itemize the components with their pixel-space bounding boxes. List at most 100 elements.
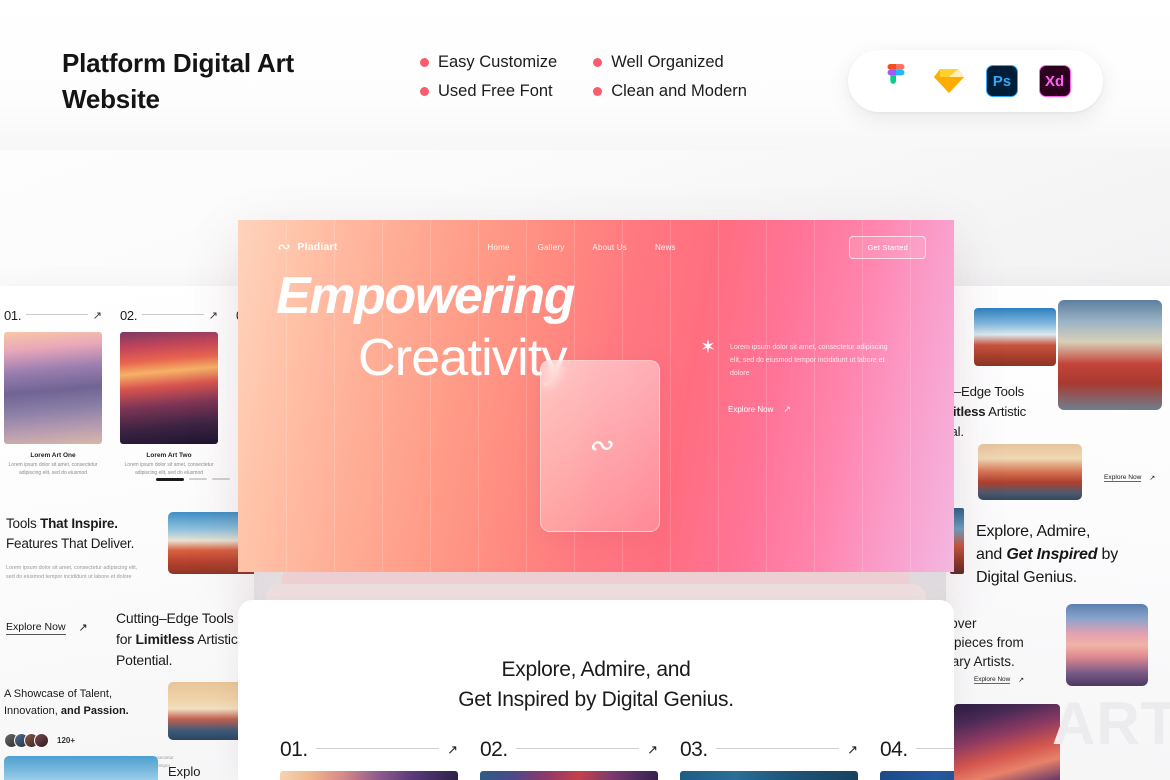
explore-now-link[interactable]: Explore Now ↗ xyxy=(974,676,1024,684)
arrow-up-right-icon[interactable]: ↗ xyxy=(93,309,102,322)
item-number: 01. xyxy=(280,738,308,761)
app-compatibility-badge: Ps Xd xyxy=(848,50,1103,112)
cutting-line-a: Cutting–Edge Tools xyxy=(116,610,234,626)
bullet-dot-icon xyxy=(420,58,429,67)
bullet-dot-icon xyxy=(420,87,429,96)
left-showcase-panel: 01. ↗ Lorem Art One Lorem ipsum dolor si… xyxy=(0,286,254,780)
numbered-item[interactable]: 01. ↗ xyxy=(280,738,458,780)
item-number: 04. xyxy=(880,738,908,761)
explore-big-text: Explo xyxy=(168,764,201,779)
left-gallery-row: 01. ↗ Lorem Art One Lorem ipsum dolor si… xyxy=(4,308,254,477)
sparkle-icon: ✶ xyxy=(700,337,716,358)
explore-admire-heading: Explore, Admire, and Get Inspired by Dig… xyxy=(976,520,1170,590)
nav-item-home[interactable]: Home xyxy=(488,243,510,252)
cutting-plain: Artistic xyxy=(985,403,1027,419)
feature-label: Well Organized xyxy=(611,53,724,71)
item-thumbnail[interactable] xyxy=(680,771,858,780)
item-number: 03. xyxy=(680,738,708,761)
explore-now-link[interactable]: Explore Now ↗ xyxy=(1104,474,1155,482)
page-title: Platform Digital Art Website xyxy=(62,48,294,114)
numbered-item[interactable]: 02. ↗ xyxy=(480,738,658,780)
carousel-dot[interactable] xyxy=(212,478,230,481)
arrow-up-right-icon[interactable]: ↗ xyxy=(447,742,458,758)
numbered-item-head: 02. ↗ xyxy=(480,738,658,762)
tools-heading-plain: Tools xyxy=(6,516,41,531)
gallery-number: 01. xyxy=(4,308,22,323)
showcase-block: A Showcase of Talent, Innovation, and Pa… xyxy=(4,686,184,777)
photoshop-label: Ps xyxy=(985,65,1018,97)
hero-body-text: Lorem ipsum dolor sit amet, consectetur … xyxy=(730,344,888,377)
nav-item-about-us[interactable]: About Us xyxy=(592,243,627,252)
bullet-dot-icon xyxy=(593,87,603,96)
discover-line-3: isionary Artists. xyxy=(946,654,1015,670)
showcase-plain: Innovation, xyxy=(4,704,61,717)
gallery-caption: Lorem Art Two xyxy=(146,452,192,459)
feature-column: Easy Customize Used Free Font xyxy=(420,53,557,101)
showcase-line-1: A Showcase of Talent, xyxy=(4,688,113,700)
explore-now-label: Explore Now xyxy=(6,620,66,635)
carousel-indicator[interactable] xyxy=(156,478,230,481)
hero-headline-light: Creativity xyxy=(358,329,568,387)
hero-nav-menu: Home Gallery About Us News xyxy=(488,243,676,252)
arrow-up-right-icon[interactable]: ↗ xyxy=(209,309,218,322)
get-started-button[interactable]: Get Started xyxy=(849,235,926,259)
tools-body-text: Lorem ipsum dolor sit amet, consectetur … xyxy=(6,565,138,581)
hero-glass-card: ∾ xyxy=(540,360,660,532)
rule-divider xyxy=(715,748,840,749)
artwork-thumbnail[interactable] xyxy=(1066,604,1148,686)
gallery-card-head: 02. ↗ xyxy=(120,308,218,323)
gallery-card[interactable]: 01. ↗ Lorem Art One Lorem ipsum dolor si… xyxy=(4,308,102,477)
feature-item: Used Free Font xyxy=(420,82,557,101)
brand-logo[interactable]: ∾ Pladiart xyxy=(276,239,338,255)
hero-explore-now-link[interactable]: Explore Now ↗ xyxy=(728,404,791,415)
xd-label: Xd xyxy=(1038,65,1071,97)
arrow-up-right-icon[interactable]: ↗ xyxy=(647,742,658,758)
rule-divider xyxy=(915,748,954,749)
artwork-thumbnail[interactable] xyxy=(974,308,1056,366)
xd-icon: Xd xyxy=(1038,64,1072,98)
explore-now-label: Explore Now xyxy=(1104,474,1142,482)
white-card-heading-line2: Get Inspired by Digital Genius. xyxy=(458,687,734,711)
carousel-dot-active[interactable] xyxy=(156,478,184,481)
arrow-up-right-icon: ↗ xyxy=(78,622,88,634)
artwork-thumbnail[interactable] xyxy=(120,332,218,444)
sky-thumbnail[interactable] xyxy=(4,756,158,780)
gallery-subtext: Lorem ipsum dolor sit amet, consectetur … xyxy=(124,462,214,476)
gallery-card[interactable]: 02. ↗ Lorem Art Two Lorem ipsum dolor si… xyxy=(120,308,218,477)
nav-item-gallery[interactable]: Gallery xyxy=(538,243,565,252)
showcase-heading: A Showcase of Talent, Innovation, and Pa… xyxy=(4,686,184,719)
artwork-thumbnail[interactable] xyxy=(978,444,1082,500)
feature-item: Well Organized xyxy=(593,53,747,72)
hero-navbar: ∾ Pladiart Home Gallery About Us News Ge… xyxy=(238,230,954,264)
item-thumbnail[interactable] xyxy=(880,771,954,780)
item-thumbnail[interactable] xyxy=(480,771,658,780)
nav-item-news[interactable]: News xyxy=(655,243,676,252)
numbered-item[interactable]: 03. ↗ xyxy=(680,738,858,780)
cutting-line-c: Potential. xyxy=(116,652,173,668)
rule-divider xyxy=(515,748,640,749)
gallery-subtext: Lorem ipsum dolor sit amet, consectetur … xyxy=(8,462,98,476)
cutting-plain-2: Artistic xyxy=(194,631,238,647)
explore-now-label: Explore Now xyxy=(728,405,774,414)
explore-now-label: Explore Now xyxy=(974,676,1011,684)
cutting-line-a: tting–Edge Tools xyxy=(946,384,1025,399)
numbered-item-head: 03. ↗ xyxy=(680,738,858,762)
figma-icon xyxy=(879,64,913,98)
artwork-thumbnail[interactable] xyxy=(4,332,102,444)
showcase-bold: and Passion. xyxy=(60,704,129,717)
feature-item: Clean and Modern xyxy=(593,82,747,101)
avatar-count: 120+ xyxy=(57,736,76,745)
gallery-number: 02. xyxy=(120,308,138,323)
top-header-band: Platform Digital Art Website Easy Custom… xyxy=(0,0,1170,150)
numbered-item[interactable]: 04. ↗ xyxy=(880,738,954,780)
squiggle-logo-icon: ∾ xyxy=(587,428,613,463)
item-thumbnail[interactable] xyxy=(280,771,458,780)
bullet-dot-icon xyxy=(593,58,603,67)
arrow-up-right-icon[interactable]: ↗ xyxy=(847,742,858,758)
feature-list: Easy Customize Used Free Font Well Organ… xyxy=(420,53,747,101)
explore-plain-1: and xyxy=(976,546,1007,564)
white-card-heading-line1: Explore, Admire, and xyxy=(501,658,691,681)
art-watermark: ART xyxy=(1052,690,1170,757)
carousel-dot[interactable] xyxy=(189,478,207,481)
artwork-thumbnail[interactable] xyxy=(954,704,1060,780)
